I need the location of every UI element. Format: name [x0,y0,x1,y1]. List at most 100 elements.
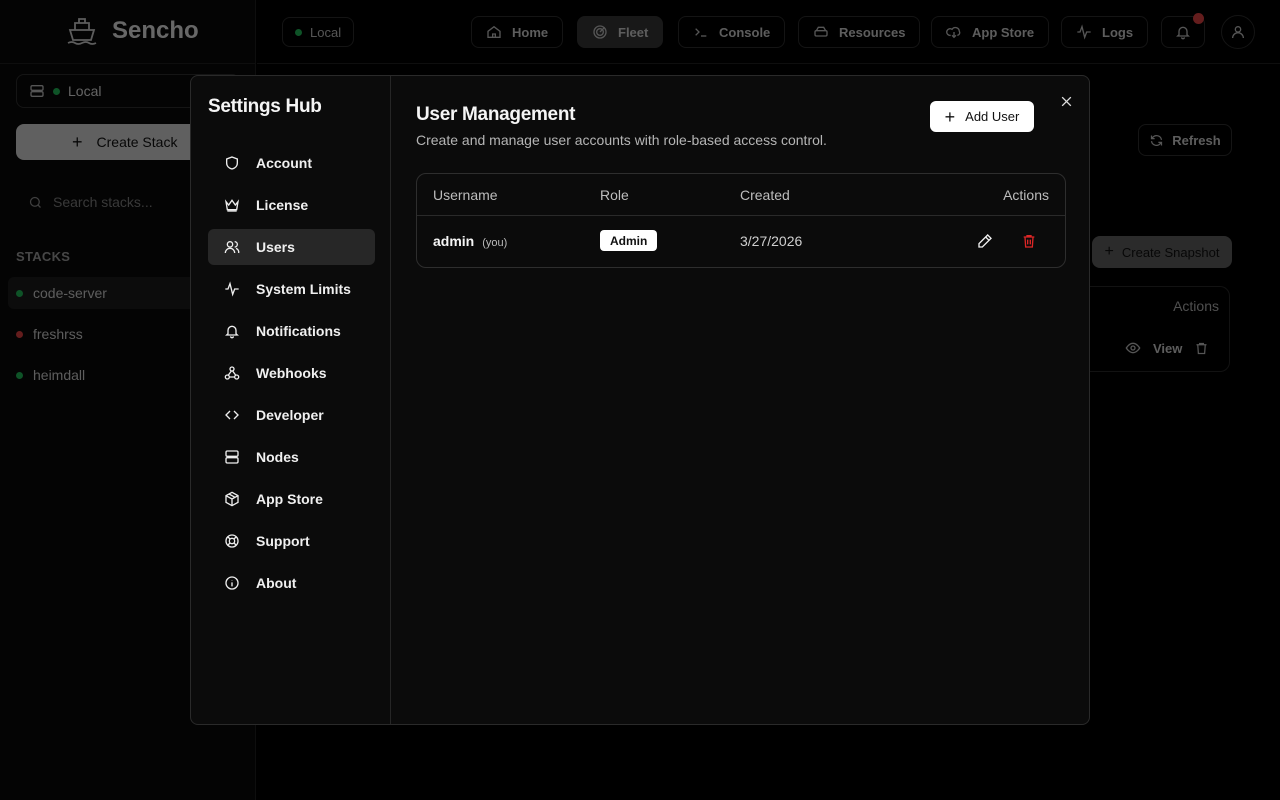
snapshot-row-actions: View [1125,340,1209,356]
users-icon [224,241,240,254]
bell-icon [225,325,239,339]
user-icon [1232,26,1244,39]
settings-nav-label: System Limits [256,281,351,297]
stack-item-label: code-server [33,285,107,301]
nav-console[interactable]: Console [678,16,786,48]
view-link[interactable]: View [1153,341,1182,356]
shield-icon [226,156,238,170]
nav-logs-label: Logs [1102,24,1134,40]
refresh-icon [1151,134,1163,146]
plus-icon: + [72,131,83,152]
settings-nav-label: About [256,575,297,591]
plus-icon: + [1104,243,1114,260]
column-header-username: Username [433,187,498,203]
nav-console-label: Console [719,24,771,40]
settings-hub-dialog: Settings Hub Account License Users Syste… [190,75,1090,725]
username: admin [433,233,475,249]
settings-nav-label: Users [256,239,295,255]
snapshot-table: Actions View [1080,286,1230,372]
cloud-download-icon [946,26,961,39]
life-buoy-icon [225,534,239,548]
settings-nav-label: App Store [256,491,323,507]
settings-nav-label: Account [256,155,312,171]
panel-subtitle: Create and manage user accounts with rol… [416,132,827,148]
package-icon [225,491,239,507]
radar-icon [593,25,607,39]
home-icon [487,25,501,38]
settings-nav-account[interactable]: Account [208,145,375,181]
top-node-indicator[interactable]: Local [282,17,355,47]
settings-nav-developer[interactable]: Developer [208,397,375,433]
trash-icon[interactable] [1194,341,1209,356]
bell-icon [1176,26,1190,40]
settings-nav-app-store[interactable]: App Store [208,481,375,517]
actions-header: Actions [1173,298,1219,314]
stack-item-label: freshrss [33,326,83,342]
top-node-label: Local [310,24,342,40]
stack-item-label: heimdall [33,367,86,383]
column-header-created: Created [740,187,790,203]
trash-icon [1023,235,1035,248]
settings-hub-title: Settings Hub [208,96,322,117]
stack-search-placeholder: Search stacks... [53,194,153,210]
nav-home[interactable]: Home [471,16,564,48]
stack-status-dot [16,289,23,297]
server-icon [30,85,44,97]
pencil-icon [978,234,992,248]
node-selector-label: Local [68,83,102,99]
eye-icon[interactable] [1125,340,1141,356]
created-date: 3/27/2026 [740,233,803,249]
settings-nav-about[interactable]: About [208,565,375,601]
username-cell: admin (you) [433,233,507,249]
settings-nav-nodes[interactable]: Nodes [208,439,375,475]
activity-icon [225,281,239,297]
settings-nav-label: Developer [256,407,324,423]
create-snapshot-button[interactable]: + Create Snapshot [1092,236,1232,268]
terminal-icon [695,28,707,37]
delete-user-button[interactable] [1018,230,1040,252]
add-user-button[interactable]: + Add User [930,101,1034,132]
settings-nav-support[interactable]: Support [208,523,375,559]
crown-icon [224,199,240,212]
settings-nav-users[interactable]: Users [208,229,375,265]
refresh-button[interactable]: Refresh [1138,124,1232,156]
column-header-role: Role [600,187,629,203]
role-badge: Admin [600,230,658,251]
settings-nav-label: Notifications [256,323,341,339]
activity-icon [1077,24,1091,40]
settings-nav-webhooks[interactable]: Webhooks [208,355,375,391]
settings-nav-system-limits[interactable]: System Limits [208,271,375,307]
nav-app-store[interactable]: App Store [931,16,1050,48]
search-icon [29,196,41,208]
current-user-tag: (you) [482,237,508,249]
stack-status-dot [16,330,23,338]
user-menu-button[interactable] [1221,15,1255,49]
settings-nav-label: Webhooks [256,365,327,381]
ship-logo-icon [67,18,97,45]
hard-drive-icon [814,26,828,37]
nav-logs[interactable]: Logs [1061,16,1149,48]
plus-icon: + [944,106,956,127]
app-name: Sencho [112,17,199,44]
settings-nav-label: Nodes [256,449,299,465]
nav-resources[interactable]: Resources [798,16,921,48]
close-dialog-button[interactable] [1057,92,1075,110]
column-header-actions: Actions [1003,187,1049,203]
settings-nav-license[interactable]: License [208,187,375,223]
settings-nav-label: License [256,197,309,213]
code-icon [225,410,239,420]
notifications-button[interactable] [1161,13,1205,48]
settings-hub-nav: Settings Hub Account License Users Syste… [191,76,391,724]
nav-fleet[interactable]: Fleet [577,16,664,48]
nav-home-label: Home [512,24,549,40]
close-icon [1061,96,1071,106]
server-icon [225,450,239,464]
nav-resources-label: Resources [839,24,906,40]
edit-user-button[interactable] [974,230,996,252]
webhook-icon [224,366,240,380]
info-icon [225,576,239,590]
settings-nav-notifications[interactable]: Notifications [208,313,375,349]
create-stack-label: Create Stack [96,134,178,150]
node-status-dot [53,87,60,95]
stack-status-dot [16,371,23,379]
